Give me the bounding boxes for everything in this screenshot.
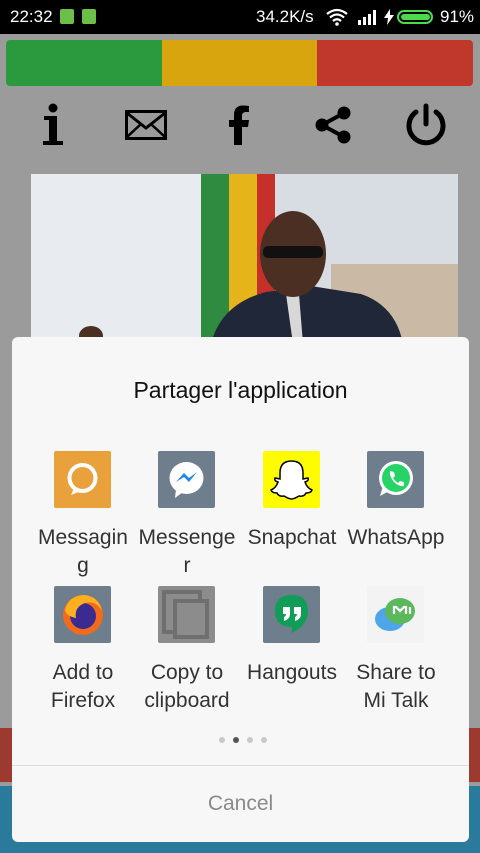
page-dot-active	[233, 737, 239, 743]
battery-icon	[397, 10, 433, 24]
flag-stripe-green	[6, 40, 162, 86]
battery-level	[401, 14, 430, 20]
share-label-hangouts: Hangouts	[247, 661, 337, 684]
flag-stripe-red	[317, 40, 473, 86]
share-label-snapchat: Snapchat	[247, 526, 337, 549]
benin-flag-banner	[6, 40, 473, 86]
snapchat-icon	[263, 451, 320, 508]
share-label-firefox: Add to Firefox	[50, 661, 116, 712]
android-notification-icon	[82, 9, 96, 24]
share-button[interactable]	[308, 100, 358, 150]
hangouts-icon	[263, 586, 320, 643]
share-label-messenger: Messenge r	[138, 526, 236, 577]
info-button[interactable]	[28, 100, 78, 150]
toolbar	[0, 94, 480, 154]
wifi-icon	[326, 8, 348, 26]
page-dot	[219, 737, 225, 743]
mail-icon	[125, 110, 167, 140]
share-label-mitalk: Share to Mi Talk	[356, 661, 436, 712]
facebook-button[interactable]	[214, 100, 264, 150]
info-icon	[43, 103, 63, 145]
share-icon	[315, 106, 351, 144]
share-label-whatsapp: WhatsApp	[347, 526, 445, 549]
sim-icon	[60, 9, 74, 24]
network-speed: 34.2K/s	[256, 7, 314, 26]
cancel-button[interactable]: Cancel	[12, 766, 469, 842]
status-bar: 22:32 34.2K/s 91%	[0, 0, 480, 34]
flag-stripe-yellow	[161, 40, 318, 86]
facebook-icon	[229, 105, 249, 145]
share-label-clipboard: Copy to clipboard	[144, 661, 230, 712]
signal-icon	[358, 10, 376, 25]
page-dot	[261, 737, 267, 743]
dialog-title: Partager l'application	[133, 377, 348, 403]
firefox-icon	[54, 586, 111, 643]
charging-icon	[384, 9, 394, 25]
battery-percent: 91%	[440, 7, 475, 26]
president-photo	[31, 174, 458, 344]
page-dot	[247, 737, 253, 743]
status-time: 22:32	[10, 7, 53, 26]
email-button[interactable]	[121, 100, 171, 150]
page-indicator	[215, 737, 267, 745]
share-dialog: Partager l'application Messagin g Messen…	[12, 337, 469, 842]
power-icon	[406, 103, 446, 146]
power-button[interactable]	[401, 100, 451, 150]
clipboard-icon	[158, 586, 215, 643]
messenger-icon	[158, 451, 215, 508]
messaging-icon	[54, 451, 111, 508]
whatsapp-icon	[367, 451, 424, 508]
mitalk-icon	[367, 586, 424, 643]
share-label-messaging: Messagin g	[38, 526, 128, 577]
